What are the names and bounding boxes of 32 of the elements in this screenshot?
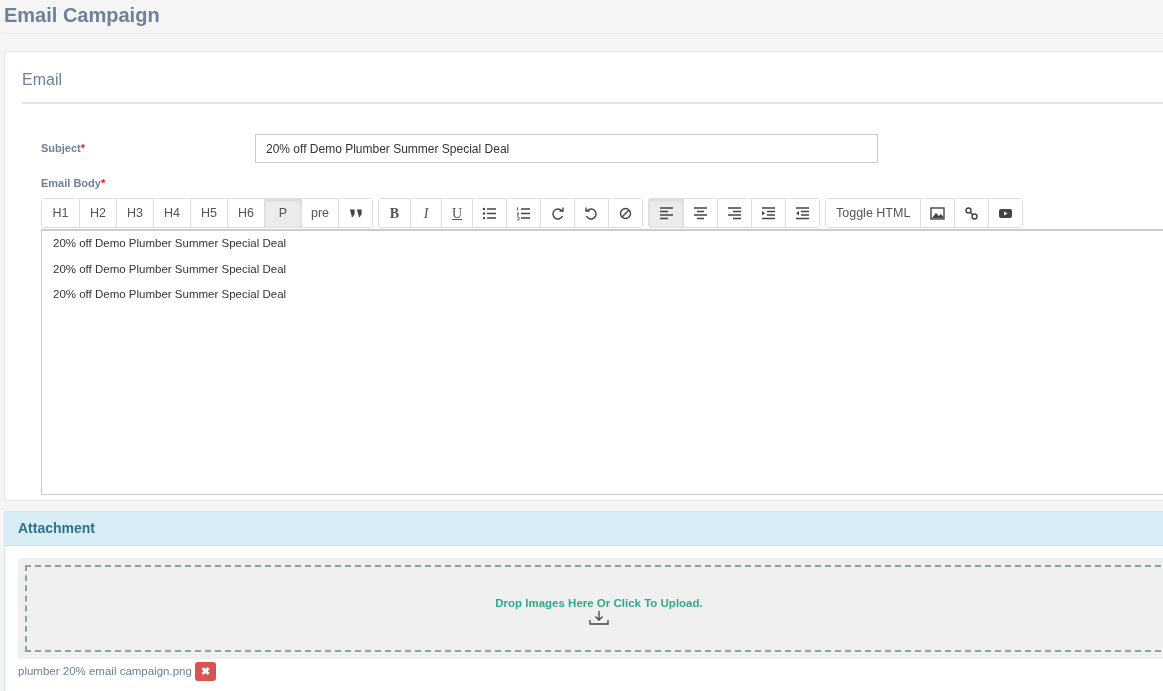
bullet-list-icon	[482, 205, 497, 221]
body-paragraph: 20% off Demo Plumber Summer Special Deal	[53, 287, 288, 301]
image-icon	[930, 205, 946, 221]
page-title: Email Campaign	[4, 3, 160, 28]
align-left-icon	[658, 205, 674, 221]
undo-icon	[584, 205, 599, 221]
panel-title: Email	[22, 71, 62, 88]
indent-icon	[761, 205, 776, 221]
video-button[interactable]	[988, 199, 1023, 227]
remove-file-button[interactable]: ✖	[194, 662, 216, 681]
field-label: Subject*	[41, 141, 86, 157]
body-paragraph: 20% off Demo Plumber Summer Special Deal	[53, 261, 288, 276]
outdent-button[interactable]	[785, 199, 819, 227]
align-right-icon	[727, 205, 742, 221]
subject-input[interactable]: 20% off Demo Plumber Summer Special Deal	[255, 134, 878, 163]
editor-area[interactable]: 20% off Demo Plumber Summer Special Deal 20% off Demo Plumber Summer Special Deal 20% off Demo Plumber Summer Special Deal	[41, 229, 1163, 495]
file-name: plumber 20% email campaign.png	[18, 663, 192, 679]
clear-button[interactable]	[608, 199, 642, 227]
align-left-button[interactable]	[649, 199, 683, 227]
body-paragraph: 20% off Demo Plumber Summer Special Deal	[53, 236, 288, 250]
link-icon	[964, 205, 980, 221]
field-label: Email Body*	[41, 177, 106, 189]
align-center-icon	[693, 205, 708, 221]
outdent-icon	[795, 205, 810, 221]
quote-button[interactable]	[338, 199, 372, 227]
download-icon	[589, 611, 609, 625]
dropzone-text: Drop Images Here Or Click To Upload.	[495, 596, 703, 610]
redo-icon	[550, 205, 565, 221]
numbered-list-icon	[516, 205, 531, 221]
clear-icon	[618, 205, 633, 221]
toolbar-button[interactable]: P	[264, 199, 301, 227]
panel-title: Attachment	[18, 519, 95, 538]
